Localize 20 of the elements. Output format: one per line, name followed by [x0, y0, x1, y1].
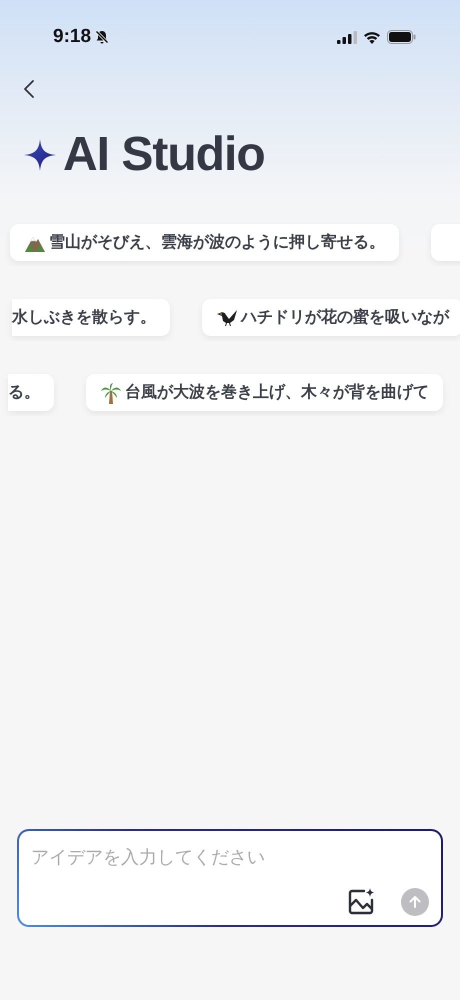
page-title: AI Studio	[63, 127, 265, 182]
chip-text: ハチドリが花の蜜を吸いなが	[241, 307, 449, 328]
suggestion-chip[interactable]: ハチドリが花の蜜を吸いなが	[202, 299, 460, 336]
signal-icon	[337, 30, 357, 44]
wifi-icon	[363, 30, 381, 44]
status-time: 9:18	[53, 26, 92, 48]
suggestion-chip[interactable]: 台風が大波を巻き上げ、木々が背を曲げて	[86, 374, 443, 411]
chip-text: 雪山がそびえ、雲海が波のように押し寄せる。	[49, 232, 385, 253]
chip-text: 水しぶきを散らす。	[12, 308, 156, 328]
palm-tree-icon	[100, 382, 122, 404]
suggestion-chip[interactable]: 雪山がそびえ、雲海が波のように押し寄せる。	[10, 224, 399, 261]
suggestion-chip[interactable]: 水しぶきを散らす。	[12, 299, 170, 336]
chip-text: る。	[8, 383, 40, 403]
chip-text: 台風が大波を巻き上げ、木々が背を曲げて	[125, 382, 429, 403]
text-input[interactable]: アイデアを入力してください	[31, 841, 429, 868]
bird-icon	[216, 308, 238, 328]
suggestion-chip[interactable]: る。	[8, 374, 54, 411]
prompt-field[interactable]: アイデアを入力してください	[17, 829, 443, 927]
battery-icon	[387, 30, 416, 44]
arrow-up-icon	[408, 895, 422, 909]
